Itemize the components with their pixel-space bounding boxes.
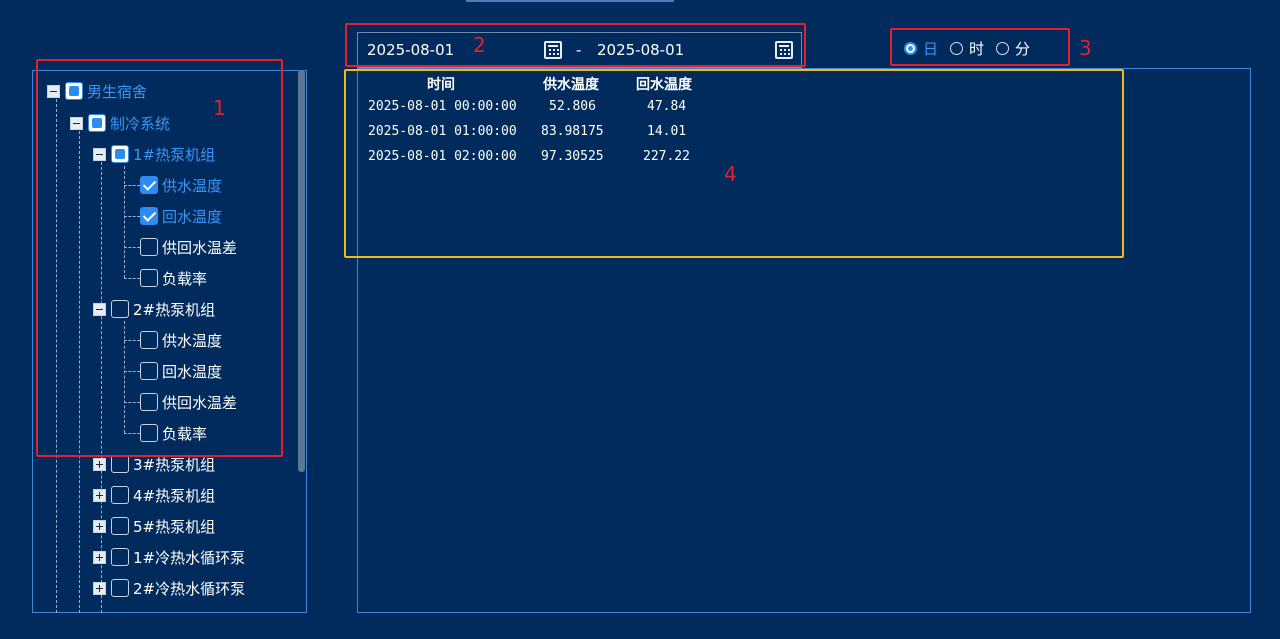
annotation-box-3	[890, 28, 1070, 66]
tree-node-heat-pump-4[interactable]: 4#热泵机组	[93, 484, 215, 506]
tree-node-heat-pump-5[interactable]: 5#热泵机组	[93, 515, 215, 537]
node-checkbox[interactable]	[111, 455, 129, 473]
annotation-label-3: 3	[1079, 36, 1092, 60]
top-tab-indicator	[466, 0, 674, 2]
annotation-label-2: 2	[473, 33, 486, 57]
node-checkbox[interactable]	[111, 579, 129, 597]
tree-node-circulation-pump-2[interactable]: 2#冷热水循环泵	[93, 577, 245, 599]
expand-icon[interactable]	[93, 581, 106, 595]
annotation-box-1	[36, 59, 283, 457]
expand-icon[interactable]	[93, 550, 106, 564]
node-checkbox[interactable]	[111, 486, 129, 504]
expand-icon[interactable]	[93, 457, 106, 471]
expand-icon[interactable]	[93, 519, 106, 533]
tree-scrollbar[interactable]	[298, 70, 305, 472]
annotation-box-2	[345, 23, 806, 67]
expand-icon[interactable]	[93, 488, 106, 502]
tree-node-label: 1#冷热水循环泵	[133, 548, 246, 567]
tree-node-circulation-pump-1[interactable]: 1#冷热水循环泵	[93, 546, 245, 568]
node-checkbox[interactable]	[111, 548, 129, 566]
annotation-label-1: 1	[213, 96, 226, 120]
node-checkbox[interactable]	[111, 517, 129, 535]
tree-node-label: 5#热泵机组	[133, 517, 216, 536]
tree-node-label: 2#冷热水循环泵	[133, 579, 246, 598]
annotation-label-4: 4	[724, 162, 737, 186]
tree-node-label: 4#热泵机组	[133, 486, 216, 505]
